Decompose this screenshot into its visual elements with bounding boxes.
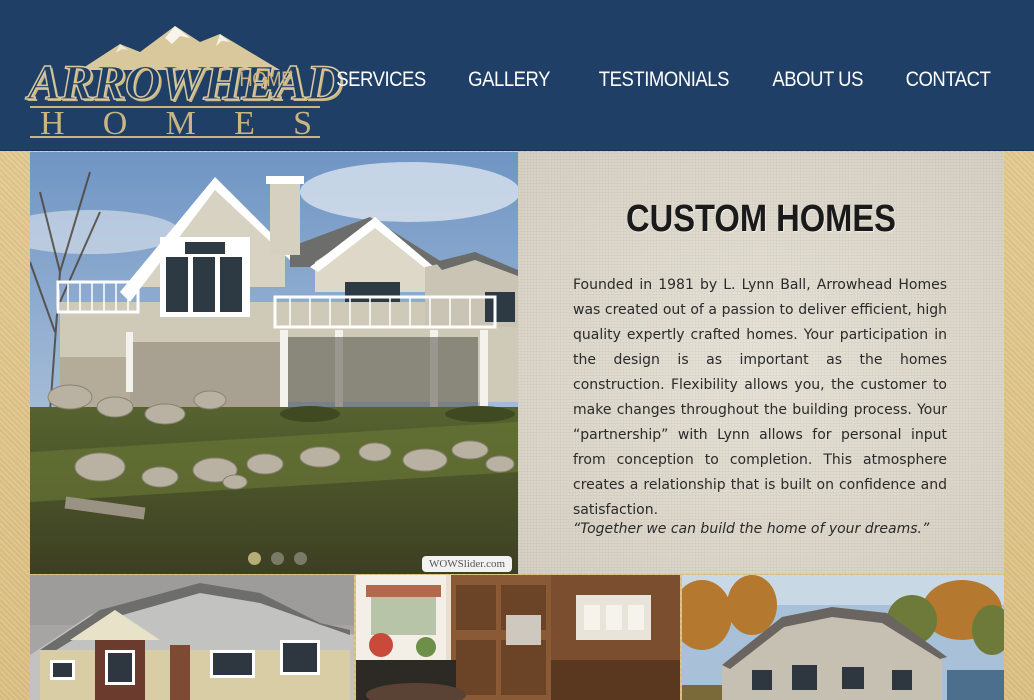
logo-letter: E	[234, 105, 255, 142]
logo-letter: H	[40, 105, 65, 142]
gallery-thumbnail-exterior[interactable]	[30, 575, 354, 700]
wowslider-badge[interactable]: WOWSlider.com	[422, 556, 512, 572]
logo-subtitle: H O M E S	[30, 105, 322, 142]
slider-dot[interactable]	[248, 552, 261, 565]
site-header: ARROWHEAD H O M E S HOME SERVICES GALLER…	[0, 0, 1034, 151]
panel-body-text: Founded in 1981 by L. Lynn Ball, Arrowhe…	[573, 277, 947, 518]
slider-dot[interactable]	[271, 552, 284, 565]
logo-letter: O	[102, 105, 128, 142]
nav-about-us[interactable]: ABOUT US	[772, 68, 863, 92]
panel-title: CUSTOM HOMES	[626, 198, 896, 240]
gallery-thumbnail-lakehouse[interactable]	[682, 575, 1004, 700]
nav-home[interactable]: HOME	[239, 68, 293, 92]
hero-slider-image[interactable]	[30, 152, 518, 574]
slider-dot[interactable]	[294, 552, 307, 565]
logo-rule-bottom	[30, 136, 320, 138]
logo-letter: M	[165, 105, 196, 142]
slider-pagination	[248, 552, 307, 565]
nav-contact[interactable]: CONTACT	[905, 68, 990, 92]
logo-letter: S	[293, 105, 312, 142]
panel-quote: “Together we can build the home of your …	[573, 521, 930, 537]
custom-homes-panel: CUSTOM HOMES Founded in 1981 by L. Lynn …	[518, 152, 1004, 574]
nav-gallery[interactable]: GALLERY	[468, 68, 550, 92]
main-nav: HOME SERVICES GALLERY TESTIMONIALS ABOUT…	[201, 68, 990, 92]
gallery-thumbnail-kitchen[interactable]	[356, 575, 680, 700]
nav-testimonials[interactable]: TESTIMONIALS	[598, 68, 729, 92]
nav-services[interactable]: SERVICES	[336, 68, 426, 92]
